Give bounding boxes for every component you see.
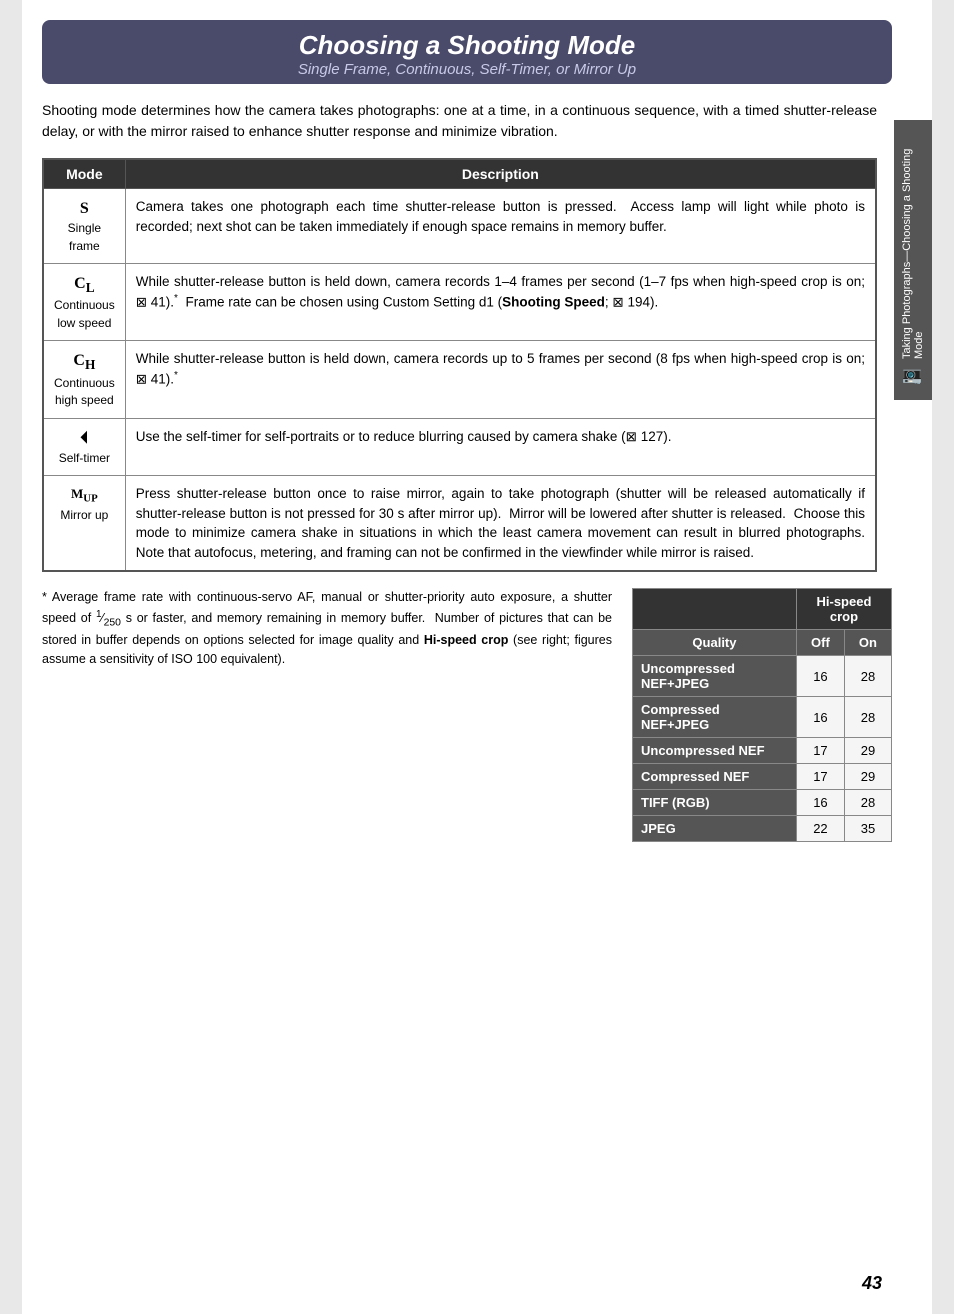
mode-letter-mirrorup: MUP [71, 486, 98, 501]
col-quality: Quality [633, 630, 797, 656]
title-main: Choosing a Shooting Mode [62, 30, 872, 61]
table-row: S Singleframe Camera takes one photograp… [43, 189, 876, 264]
crop-row-on: 29 [844, 764, 891, 790]
mode-name-selftimer: Self-timer [54, 450, 115, 467]
hi-speed-header: Hi-speed crop [796, 589, 891, 630]
crop-row-label: TIFF (RGB) [633, 790, 797, 816]
side-tab-icon: 📷 [904, 365, 923, 385]
shooting-modes-table: Mode Description S Singleframe Camera ta… [42, 158, 877, 572]
crop-row-off: 17 [796, 738, 844, 764]
table-row: MUP Mirror up Press shutter-release butt… [43, 476, 876, 572]
crop-row-off: 16 [796, 790, 844, 816]
crop-table-row: Compressed NEF1729 [633, 764, 892, 790]
mode-cell-cl: CL Continuouslow speed [43, 263, 125, 340]
crop-table-row: Uncompressed NEF1729 [633, 738, 892, 764]
mode-cell-selftimer: ⏴ Self-timer [43, 418, 125, 476]
table-row: CH Continuoushigh speed While shutter-re… [43, 341, 876, 418]
crop-row-label: Compressed NEF+JPEG [633, 697, 797, 738]
footnote: * Average frame rate with continuous-ser… [42, 588, 612, 842]
mode-letter-s: S [80, 200, 89, 217]
crop-table-row: Compressed NEF+JPEG1628 [633, 697, 892, 738]
mode-cell-mirrorup: MUP Mirror up [43, 476, 125, 572]
desc-cell-ch: While shutter-release button is held dow… [125, 341, 876, 418]
mode-letter-cl: CL [74, 275, 94, 292]
title-box: Choosing a Shooting Mode Single Frame, C… [42, 20, 892, 84]
crop-row-off: 17 [796, 764, 844, 790]
crop-row-off: 16 [796, 697, 844, 738]
mode-name-mirrorup: Mirror up [54, 507, 115, 524]
crop-row-on: 35 [844, 816, 891, 842]
crop-row-on: 28 [844, 790, 891, 816]
crop-row-on: 29 [844, 738, 891, 764]
crop-row-label: Compressed NEF [633, 764, 797, 790]
page-number: 43 [862, 1273, 882, 1294]
desc-cell-selftimer: Use the self-timer for self-portraits or… [125, 418, 876, 476]
mode-cell-single: S Singleframe [43, 189, 125, 264]
mode-letter-selftimer: ⏴ [80, 430, 88, 447]
desc-cell-single: Camera takes one photograph each time sh… [125, 189, 876, 264]
crop-table-row: Uncompressed NEF+JPEG1628 [633, 656, 892, 697]
crop-row-on: 28 [844, 697, 891, 738]
desc-cell-cl: While shutter-release button is held dow… [125, 263, 876, 340]
crop-row-off: 16 [796, 656, 844, 697]
col-header-mode: Mode [43, 159, 125, 189]
crop-row-off: 22 [796, 816, 844, 842]
col-header-desc: Description [125, 159, 876, 189]
crop-table: Hi-speed crop Quality Off On Uncompresse… [632, 588, 892, 842]
mode-name-ch: Continuoushigh speed [54, 375, 115, 410]
mode-cell-ch: CH Continuoushigh speed [43, 341, 125, 418]
crop-row-label: Uncompressed NEF [633, 738, 797, 764]
table-row: CL Continuouslow speed While shutter-rel… [43, 263, 876, 340]
col-on: On [844, 630, 891, 656]
bottom-section: * Average frame rate with continuous-ser… [42, 588, 892, 842]
mode-name-s: Singleframe [54, 220, 115, 255]
crop-row-label: Uncompressed NEF+JPEG [633, 656, 797, 697]
crop-table-row: TIFF (RGB)1628 [633, 790, 892, 816]
col-off: Off [796, 630, 844, 656]
mode-name-cl: Continuouslow speed [54, 297, 115, 332]
crop-row-label: JPEG [633, 816, 797, 842]
page: Choosing a Shooting Mode Single Frame, C… [22, 0, 932, 1314]
title-sub: Single Frame, Continuous, Self-Timer, or… [62, 61, 872, 78]
table-row: ⏴ Self-timer Use the self-timer for self… [43, 418, 876, 476]
desc-cell-mirrorup: Press shutter-release button once to rai… [125, 476, 876, 572]
quality-header [633, 589, 797, 630]
mode-letter-ch: CH [73, 352, 95, 369]
crop-row-on: 28 [844, 656, 891, 697]
intro-text: Shooting mode determines how the camera … [42, 100, 877, 142]
crop-table-row: JPEG2235 [633, 816, 892, 842]
side-tab: 📷 Taking Photographs—Choosing a Shooting… [894, 120, 932, 400]
side-tab-text: Taking Photographs—Choosing a Shooting M… [901, 135, 925, 359]
crop-table-wrap: Hi-speed crop Quality Off On Uncompresse… [632, 588, 892, 842]
